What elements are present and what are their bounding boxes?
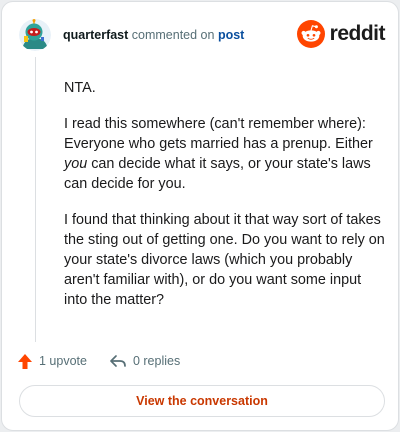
action-text: commented on — [131, 28, 215, 42]
reddit-logo-icon — [296, 20, 325, 48]
comment-paragraph: I read this somewhere (can't remember wh… — [64, 114, 386, 194]
post-link[interactable]: post — [218, 28, 244, 42]
paragraph-text-after: can decide what it says, or your state's… — [64, 156, 371, 192]
paragraph-text: I read this somewhere (can't remember wh… — [64, 116, 373, 152]
brand-wordmark: reddit — [329, 22, 386, 45]
upvote-count: 1 upvote — [39, 354, 87, 368]
comment-paragraph: NTA. — [64, 80, 96, 96]
embedded-comment-card: quarterfast commented on post reddit NTA… — [1, 1, 399, 431]
emphasized-word: you — [64, 156, 88, 172]
comment-actions: 1 upvote 0 replies — [17, 351, 180, 371]
thread-line — [35, 57, 36, 342]
view-conversation-button[interactable]: View the conversation — [19, 385, 385, 417]
replies-count: 0 replies — [132, 354, 181, 368]
user-avatar[interactable] — [19, 19, 51, 51]
username-link[interactable]: quarterfast — [63, 28, 128, 42]
comment-body: NTA. I read this somewhere (can't rememb… — [64, 78, 386, 326]
snoo-avatar-icon — [19, 19, 51, 51]
comment-paragraph: I found that thinking about it that way … — [64, 212, 385, 308]
comment-header: quarterfast commented on post reddit — [19, 19, 386, 53]
reddit-brand-link[interactable]: reddit — [296, 19, 386, 49]
reply-arrow-icon — [110, 355, 126, 367]
upvote-arrow-icon — [18, 353, 32, 369]
upvote-button[interactable]: 1 upvote — [17, 353, 87, 370]
comment-byline: quarterfast commented on post — [63, 28, 244, 42]
replies-button[interactable]: 0 replies — [109, 353, 180, 369]
